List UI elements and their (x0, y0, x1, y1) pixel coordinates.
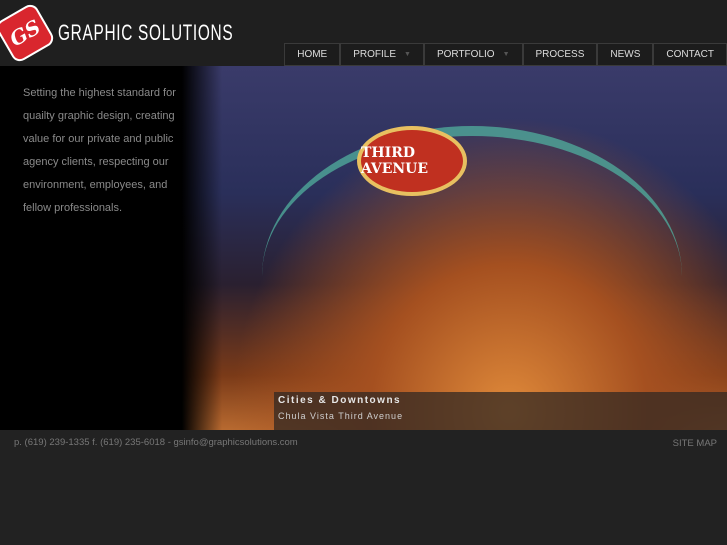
logo-mark-icon: GS (0, 1, 57, 65)
contact-info: p. (619) 239-1335 f. (619) 235-6018 - gs… (14, 437, 298, 448)
caret-down-icon: ▼ (502, 51, 510, 58)
nav-portfolio[interactable]: PORTFOLIO ▼ (423, 43, 523, 66)
brand-name: GRAPHIC SOLUTIONS (58, 20, 234, 45)
caption-subtitle: Chula Vista Third Avenue (278, 411, 404, 421)
logo[interactable]: GS GRAPHIC SOLUTIONS (0, 1, 308, 65)
nav-news[interactable]: NEWS (597, 43, 654, 66)
caret-down-icon: ▼ (404, 51, 411, 58)
feature-photo[interactable]: THIRD AVENUE Cities & Downtowns Chula Vi… (182, 66, 727, 430)
nav-process[interactable]: PROCESS (522, 43, 598, 66)
main-nav: HOME PROFILE ▼ PORTFOLIO ▼ PROCESS NEWS CO… (284, 43, 727, 66)
header: GS GRAPHIC SOLUTIONS HOME PROFILE ▼ PORTF… (0, 0, 727, 66)
tagline: Setting the highest standard for quailty… (23, 87, 176, 214)
nav-label: PROFILE (353, 49, 397, 60)
caption-title: Cities & Downtowns (278, 395, 402, 406)
third-avenue-sign: THIRD AVENUE (357, 126, 467, 196)
nav-label: PROCESS (535, 49, 585, 60)
nav-label: HOME (297, 49, 328, 60)
sidebar: Setting the highest standard for quailty… (0, 66, 205, 430)
nav-home[interactable]: HOME (284, 43, 341, 66)
nav-profile[interactable]: PROFILE ▼ (340, 43, 424, 66)
arch-sign-image (262, 126, 682, 276)
photo-fade (182, 66, 222, 430)
nav-label: PORTFOLIO (436, 49, 495, 60)
site-map-link[interactable]: SITE MAP (673, 438, 717, 449)
photo-caption: Cities & Downtowns Chula Vista Third Ave… (274, 392, 727, 430)
footer: p. (619) 239-1335 f. (619) 235-6018 - gs… (0, 430, 727, 545)
nav-label: NEWS (610, 49, 641, 60)
nav-label: CONTACT (666, 49, 714, 60)
nav-contact[interactable]: CONTACT (653, 43, 727, 66)
